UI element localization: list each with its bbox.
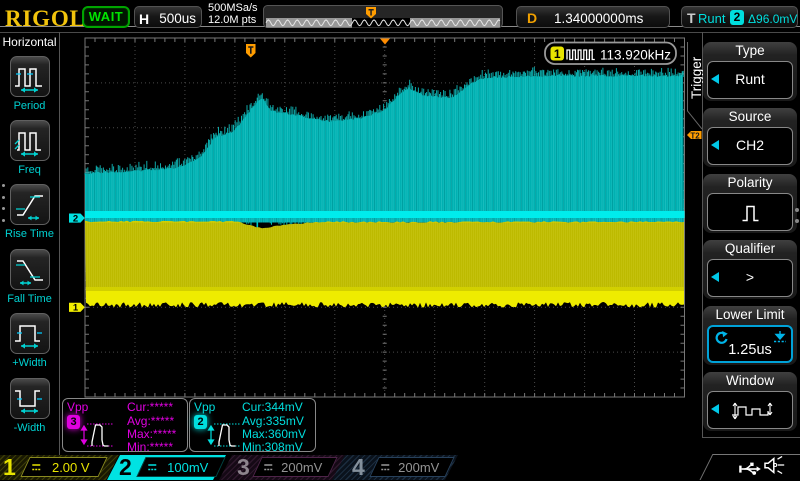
- svg-text:2: 2: [73, 213, 78, 224]
- svg-text:113.920kHz: 113.920kHz: [600, 48, 671, 63]
- svg-text:1: 1: [554, 47, 561, 61]
- svg-text:1: 1: [73, 303, 79, 314]
